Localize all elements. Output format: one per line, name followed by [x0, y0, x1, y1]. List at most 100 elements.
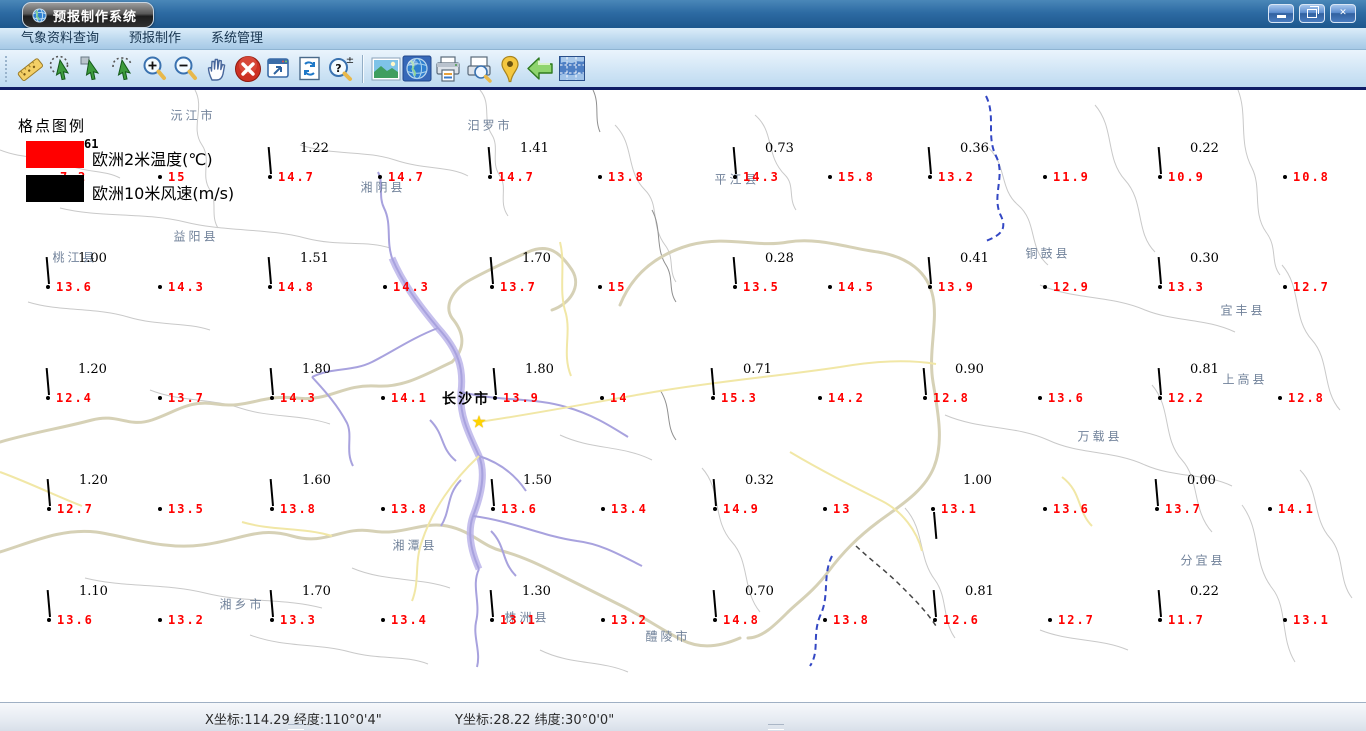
- grid-point-dot: [923, 396, 927, 400]
- print-preview-icon: [466, 55, 492, 83]
- print-button[interactable]: [432, 53, 463, 85]
- placemark-pin-icon: [500, 55, 519, 82]
- title-bar: 预报制作系统 ✕: [0, 0, 1366, 29]
- grid-point-dot: [488, 175, 492, 179]
- grid-map-icon: [558, 56, 585, 81]
- grid-point-temperature: 12.7: [1293, 280, 1330, 294]
- globe-button[interactable]: [401, 53, 432, 85]
- grid-point-temperature: 14.1: [391, 391, 428, 405]
- grid-point-dot: [1283, 285, 1287, 289]
- grid-point-temperature: 15: [608, 280, 627, 294]
- grid-point-wind-speed: 1.20: [79, 473, 108, 488]
- select-circle-button[interactable]: [46, 53, 77, 85]
- grid-point-temperature: 11.7: [1168, 613, 1205, 627]
- grid-point-temperature: 11.9: [1053, 170, 1090, 184]
- status-y-coordinate: Y坐标:28.22 纬度:30°0'0": [455, 713, 615, 728]
- grid-point-dot: [378, 175, 382, 179]
- stop-button[interactable]: [232, 53, 263, 85]
- grid-point-dot: [1043, 285, 1047, 289]
- city-label: 长沙市: [442, 391, 490, 408]
- pan-button[interactable]: [201, 53, 232, 85]
- app-title: 预报制作系统: [53, 9, 138, 25]
- back-arrow-icon: [527, 57, 553, 80]
- grid-point-temperature: 14.8: [278, 280, 315, 294]
- grid-point-dot: [1278, 396, 1282, 400]
- refresh-button[interactable]: [294, 53, 325, 85]
- zoom-in-button[interactable]: [139, 53, 170, 85]
- restore-button[interactable]: [1299, 4, 1325, 23]
- grid-point-dot: [733, 175, 737, 179]
- grid-point-wind-speed: 0.41: [960, 251, 989, 266]
- grid-point-dot: [828, 285, 832, 289]
- grid-point-temperature: 14.9: [723, 502, 760, 516]
- print-icon: [435, 55, 460, 82]
- grid-point-wind-speed: 1.10: [79, 584, 108, 599]
- grid-point-dot: [1158, 396, 1162, 400]
- grid-point-wind-speed: 0.70: [745, 584, 774, 599]
- menu-item[interactable]: 系统管理: [196, 28, 278, 50]
- placemark-button[interactable]: [494, 53, 525, 85]
- grid-point-temperature: 12.8: [933, 391, 970, 405]
- grid-point-temperature: 13.8: [280, 502, 317, 516]
- place-label: 铜鼓县: [1025, 246, 1071, 261]
- legend-label: 欧洲10米风速(m/s): [92, 184, 235, 203]
- grid-point-dot: [270, 618, 274, 622]
- grid-point-temperature: 10.9: [1168, 170, 1205, 184]
- grid-point-temperature: 13: [833, 502, 852, 516]
- place-label: 宜丰县: [1220, 303, 1266, 318]
- grid-point-temperature: 15.3: [721, 391, 758, 405]
- grid-point-dot: [1268, 507, 1272, 511]
- grid-point-dot: [823, 507, 827, 511]
- menu-bar: 气象资料查询 预报制作 系统管理: [0, 28, 1366, 50]
- stop-icon: [234, 55, 261, 82]
- grid-point-temperature: 10.8: [1293, 170, 1330, 184]
- print-preview-button[interactable]: [463, 53, 494, 85]
- toolbar-separator: [362, 54, 364, 83]
- place-label: 上高县: [1222, 372, 1268, 387]
- grid-point-temperature: 12.2: [1168, 391, 1205, 405]
- map-viewport[interactable]: 沅江市 汨罗市 湘阴县 平江县 益阳县 桃江县 铜鼓县 宜丰县 上高县 万载县 长沙市 湘潭县 湘乡市株…: [0, 90, 1366, 702]
- grid-point-wind-speed: 1.50: [523, 473, 552, 488]
- select-polygon-button[interactable]: [108, 53, 139, 85]
- grid-point-temperature: 13.5: [168, 502, 205, 516]
- grid-point-dot: [46, 396, 50, 400]
- grid-point-dot: [823, 618, 827, 622]
- grid-point-wind-speed: 1.20: [78, 362, 107, 377]
- back-button[interactable]: [525, 53, 556, 85]
- zoom-out-icon: [174, 56, 197, 80]
- grid-point-wind-speed: 0.32: [745, 473, 774, 488]
- close-button[interactable]: ✕: [1330, 4, 1356, 23]
- grid-point-wind-speed: 0.90: [955, 362, 984, 377]
- svg-text:±: ±: [345, 55, 353, 66]
- grid-point-wind-speed: 1.70: [522, 251, 551, 266]
- image-button[interactable]: [370, 53, 401, 85]
- grid-point-dot: [1043, 507, 1047, 511]
- grid-point-temperature: 13.6: [1053, 502, 1090, 516]
- grid-point-dot: [931, 507, 935, 511]
- grid-point-dot: [1283, 618, 1287, 622]
- grid-point-temperature: 12.7: [1058, 613, 1095, 627]
- grid-point-temperature: 13.7: [500, 280, 537, 294]
- grid-point-dot: [1283, 175, 1287, 179]
- minimize-button[interactable]: [1268, 4, 1294, 23]
- grid-point-dot: [818, 396, 822, 400]
- grid-point-dot: [711, 396, 715, 400]
- full-extent-button[interactable]: [263, 53, 294, 85]
- grid-point-wind-speed: 0.30: [1190, 251, 1219, 266]
- grid-point-dot: [158, 396, 162, 400]
- menu-item[interactable]: 预报制作: [114, 28, 196, 50]
- select-button[interactable]: [77, 53, 108, 85]
- grid-point-temperature: 14: [610, 391, 629, 405]
- grid-point-temperature: 14.3: [393, 280, 430, 294]
- grid-point-dot: [383, 285, 387, 289]
- zoom-out-button[interactable]: [170, 53, 201, 85]
- identify-button[interactable]: ? ±: [325, 53, 356, 85]
- grid-point-temperature: 12.8: [1288, 391, 1325, 405]
- menu-item[interactable]: 气象资料查询: [6, 28, 114, 50]
- grid-point-temperature: 13.6: [57, 613, 94, 627]
- place-label: 汨罗市: [467, 118, 513, 133]
- grid-map-button[interactable]: [556, 53, 587, 85]
- measure-button[interactable]: [15, 53, 46, 85]
- grid-point-dot: [928, 285, 932, 289]
- grid-point-temperature: 14.7: [278, 170, 315, 184]
